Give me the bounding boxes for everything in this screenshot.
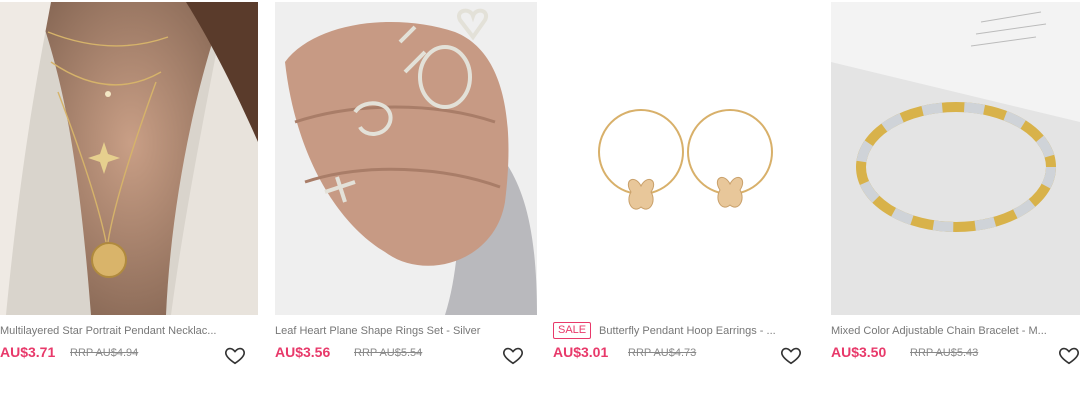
product-rrp: RRP AU$4.94 bbox=[70, 347, 139, 359]
heart-outline-icon[interactable] bbox=[224, 344, 246, 366]
heart-outline-icon[interactable] bbox=[502, 344, 524, 366]
product-price: AU$3.71 bbox=[0, 344, 56, 360]
product-rrp: RRP AU$4.73 bbox=[628, 347, 697, 359]
product-image-necklace[interactable] bbox=[0, 2, 258, 315]
product-title[interactable]: Butterfly Pendant Hoop Earrings - ... bbox=[599, 324, 817, 338]
product-card[interactable]: SALE Butterfly Pendant Hoop Earrings - .… bbox=[553, 0, 815, 410]
product-card[interactable]: Leaf Heart Plane Shape Rings Set - Silve… bbox=[275, 0, 537, 410]
product-price: AU$3.01 bbox=[553, 344, 609, 360]
product-rrp: RRP AU$5.43 bbox=[910, 347, 979, 359]
heart-outline-icon[interactable] bbox=[1058, 344, 1080, 366]
product-image-earrings[interactable] bbox=[553, 2, 815, 315]
product-image-rings[interactable] bbox=[275, 2, 537, 315]
sale-badge: SALE bbox=[553, 322, 592, 339]
product-image-bracelet[interactable] bbox=[831, 2, 1080, 315]
product-title[interactable]: Multilayered Star Portrait Pendant Neckl… bbox=[0, 324, 262, 338]
product-rrp: RRP AU$5.54 bbox=[354, 347, 423, 359]
product-card[interactable]: Multilayered Star Portrait Pendant Neckl… bbox=[0, 0, 258, 410]
product-price: AU$3.56 bbox=[275, 344, 331, 360]
product-title[interactable]: Leaf Heart Plane Shape Rings Set - Silve… bbox=[275, 324, 537, 338]
heart-outline-icon[interactable] bbox=[780, 344, 802, 366]
product-price: AU$3.50 bbox=[831, 344, 887, 360]
product-card[interactable]: Mixed Color Adjustable Chain Bracelet - … bbox=[831, 0, 1080, 410]
product-title[interactable]: Mixed Color Adjustable Chain Bracelet - … bbox=[831, 324, 1080, 338]
